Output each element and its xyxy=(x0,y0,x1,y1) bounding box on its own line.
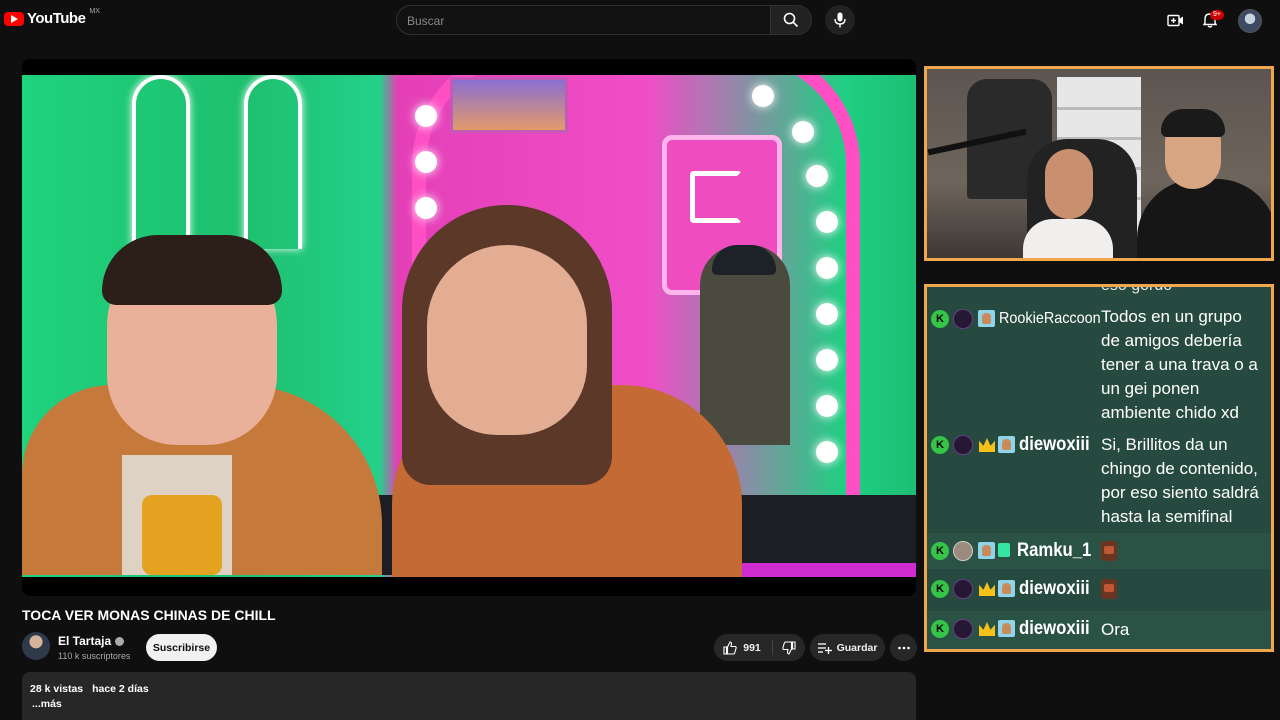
chat-emote-icon xyxy=(1101,541,1117,561)
user-avatar-badge xyxy=(953,579,973,599)
video-camera-plus-icon xyxy=(1166,14,1183,26)
video-title: TOCA VER MONAS CHINAS DE CHILL xyxy=(22,607,276,623)
youtube-logo[interactable]: YouTube MX xyxy=(4,8,100,27)
gift-badge-icon xyxy=(998,543,1010,557)
dislike-button[interactable] xyxy=(774,634,804,661)
divider xyxy=(772,640,773,655)
chat-username: RookieRaccoon xyxy=(999,310,1101,327)
show-more-link[interactable]: ...más xyxy=(32,698,62,710)
chat-message-text: eso gordo xyxy=(1101,284,1173,294)
user-avatar-badge xyxy=(953,619,973,639)
chat-message-text: Ora xyxy=(1101,620,1130,639)
youtube-play-icon xyxy=(4,11,24,26)
search-icon xyxy=(783,12,799,28)
logo-text: YouTube xyxy=(27,10,86,27)
user-avatar-badge xyxy=(953,435,973,455)
chat-emote-icon xyxy=(1101,579,1117,599)
crown-badge-icon xyxy=(979,438,995,452)
like-count: 991 xyxy=(743,641,761,654)
view-count: 28 k vistas xyxy=(30,683,84,695)
chat-message: K Ramku_1 xyxy=(927,533,1271,569)
streamer-camera-overlay xyxy=(924,66,1274,261)
user-avatar-badge xyxy=(953,541,973,561)
subscriber-badge-icon xyxy=(978,310,995,327)
account-avatar[interactable] xyxy=(1238,9,1262,33)
chat-message-text: Todos en un grupo de amigos debería tene… xyxy=(1101,307,1258,422)
thumbs-up-icon xyxy=(723,640,737,655)
video-player[interactable] xyxy=(22,59,916,596)
subscribe-button[interactable]: Suscribirse xyxy=(146,634,217,661)
microphone-icon xyxy=(834,12,846,28)
chat-message: K diewoxiii Si, Brillitos da un chingo d… xyxy=(927,431,1271,529)
publish-date: hace 2 días xyxy=(92,683,149,695)
thumbs-down-icon xyxy=(782,640,796,655)
save-label: Guardar xyxy=(836,641,878,654)
channel-name-link[interactable]: El Tartaja xyxy=(58,634,125,648)
playlist-add-icon xyxy=(817,642,832,654)
chat-message: K RookieRaccoon Todos en un grupo de ami… xyxy=(927,299,1271,422)
voice-search-button[interactable] xyxy=(825,5,855,35)
like-button[interactable]: 991 xyxy=(714,634,770,661)
chat-message-text: Si, Brillitos da un chingo de contenido,… xyxy=(1101,435,1259,526)
chat-username: Ramku_1 xyxy=(1017,540,1092,561)
logo-country-code: MX xyxy=(89,8,100,15)
create-button[interactable] xyxy=(1164,10,1186,30)
subscriber-badge-icon xyxy=(978,542,995,559)
video-meta: 28 k vistas hace 2 días xyxy=(30,683,155,695)
verified-icon xyxy=(115,636,125,646)
channel-name: El Tartaja xyxy=(58,634,112,648)
description-box[interactable]: 28 k vistas hace 2 días ...más xyxy=(22,672,916,720)
like-dislike-group: 991 xyxy=(714,634,805,661)
subscriber-count: 110 k suscriptores xyxy=(58,651,131,661)
chat-username: diewoxiii xyxy=(1019,434,1090,455)
more-horizontal-icon xyxy=(897,646,910,649)
search-box[interactable] xyxy=(396,5,770,36)
stream-chat-overlay: eso gordo K RookieRaccoon Todos en un gr… xyxy=(924,284,1274,652)
more-actions-button[interactable] xyxy=(890,634,917,661)
notification-count-badge: 9+ xyxy=(1210,10,1224,20)
subscriber-badge-icon xyxy=(998,580,1015,597)
crown-badge-icon xyxy=(979,622,995,636)
search-button[interactable] xyxy=(770,5,812,35)
chat-username: diewoxiii xyxy=(1019,578,1090,599)
kick-badge-icon: K xyxy=(931,310,949,328)
search-input[interactable] xyxy=(397,6,749,36)
video-frame xyxy=(22,75,916,577)
subscriber-badge-icon xyxy=(998,620,1015,637)
chat-username: diewoxiii xyxy=(1019,618,1090,639)
chat-message: K diewoxiii xyxy=(927,571,1271,609)
chat-message: K diewoxiii Ora xyxy=(927,611,1271,649)
subscriber-badge-icon xyxy=(998,436,1015,453)
crown-badge-icon xyxy=(979,582,995,596)
kick-badge-icon: K xyxy=(931,436,949,454)
user-avatar-badge xyxy=(953,309,973,329)
kick-badge-icon: K xyxy=(931,542,949,560)
channel-avatar[interactable] xyxy=(22,632,50,660)
kick-badge-icon: K xyxy=(931,580,949,598)
kick-badge-icon: K xyxy=(931,620,949,638)
save-button[interactable]: Guardar xyxy=(810,634,885,661)
